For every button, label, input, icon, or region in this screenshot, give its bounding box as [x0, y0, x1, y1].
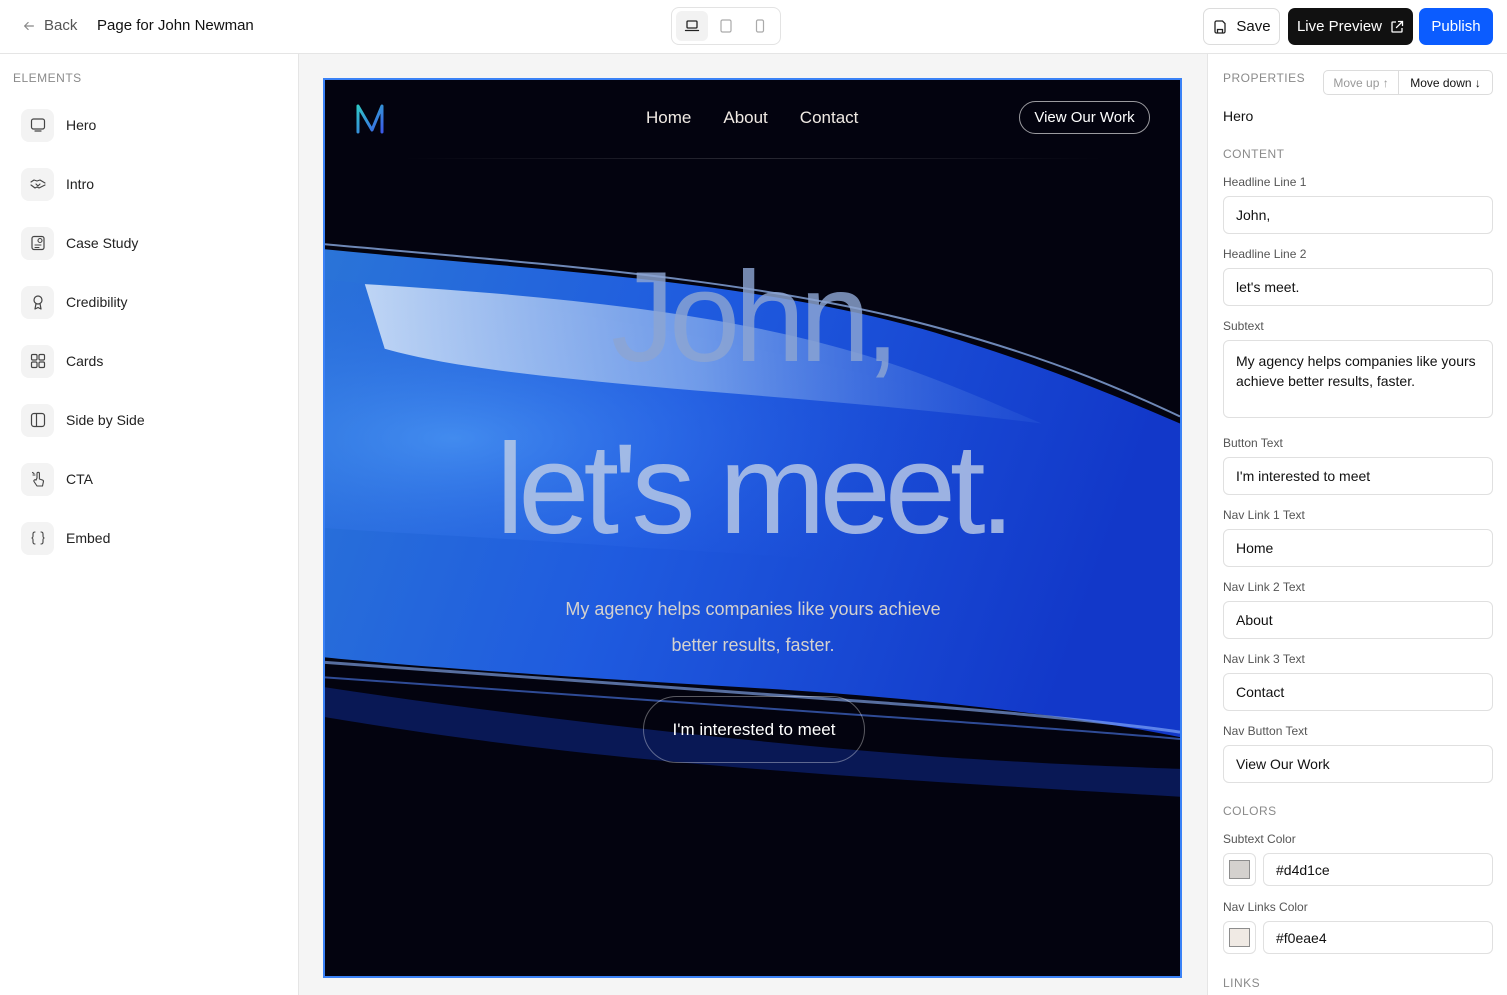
sidebar-item-label: Embed	[66, 530, 111, 546]
headline2-label: Headline Line 2	[1223, 247, 1307, 261]
nav-link-about[interactable]: About	[723, 108, 767, 128]
nav-link2-field[interactable]: About	[1223, 601, 1493, 639]
hero-subtext: My agency helps companies like yours ach…	[525, 591, 981, 663]
top-bar: Back Page for John Newman Save Live Prev…	[0, 0, 1507, 54]
headline1-field[interactable]: John,	[1223, 196, 1493, 234]
sidebar-item-label: Intro	[66, 176, 95, 192]
nav-link-home[interactable]: Home	[646, 108, 691, 128]
hero-nav: Home About Contact	[646, 108, 858, 128]
tablet-icon	[720, 19, 732, 33]
sidebar-item-case-study[interactable]: Case Study	[21, 226, 138, 260]
sidebar-item-intro[interactable]: Intro	[21, 167, 94, 201]
subtext-textarea[interactable]: My agency helps companies like yours ach…	[1223, 340, 1493, 418]
view-our-work-button[interactable]: View Our Work	[1019, 101, 1150, 134]
nav-links-color-chip	[1229, 928, 1250, 947]
award-icon	[21, 285, 54, 319]
hero-section-preview[interactable]: Home About Contact View Our Work John, l…	[323, 78, 1182, 978]
sidebar-item-label: Side by Side	[66, 412, 145, 428]
phone-icon	[755, 19, 765, 33]
braces-icon	[21, 521, 54, 555]
button-text-field[interactable]: I'm interested to meet	[1223, 457, 1493, 495]
nav-divider	[403, 158, 1103, 159]
nav-button-text-field[interactable]: View Our Work	[1223, 745, 1493, 783]
nav-links-color-label: Nav Links Color	[1223, 900, 1308, 914]
tablet-view-button[interactable]	[710, 11, 742, 41]
headline1-label: Headline Line 1	[1223, 175, 1307, 189]
nav-link3-label: Nav Link 3 Text	[1223, 652, 1305, 666]
handshake-icon	[21, 167, 54, 201]
nav-links-color-swatch[interactable]	[1223, 921, 1256, 954]
arrow-left-icon	[24, 21, 34, 30]
save-button[interactable]: Save	[1203, 8, 1280, 45]
publish-button[interactable]: Publish	[1419, 8, 1493, 45]
headline-line-1: John,	[610, 246, 900, 389]
sidebar-item-credibility[interactable]: Credibility	[21, 285, 127, 319]
colors-group-label: COLORS	[1223, 804, 1277, 818]
nav-link1-label: Nav Link 1 Text	[1223, 508, 1305, 522]
properties-panel: PROPERTIES Move up ↑ Move down ↓ Hero CO…	[1207, 54, 1507, 995]
properties-heading: PROPERTIES	[1223, 71, 1306, 85]
save-label: Save	[1236, 18, 1271, 35]
sidebar-item-label: Cards	[66, 353, 104, 369]
desktop-view-button[interactable]	[676, 11, 708, 41]
subtext-color-field[interactable]: #d4d1ce	[1263, 853, 1493, 886]
case-study-icon	[21, 226, 54, 260]
subtext-label: Subtext	[1223, 319, 1264, 333]
sidebar-item-cards[interactable]: Cards	[21, 344, 103, 378]
laptop-icon	[684, 20, 700, 32]
sidebar-item-label: Credibility	[66, 294, 128, 310]
external-link-icon	[1391, 20, 1404, 33]
hero-subtext-line-2: better results, faster.	[671, 635, 835, 655]
back-label: Back	[44, 17, 78, 34]
selected-section-name: Hero	[1223, 108, 1254, 124]
sidebar-item-label: CTA	[66, 471, 93, 487]
nav-link-contact[interactable]: Contact	[800, 108, 859, 128]
back-button[interactable]: Back	[22, 17, 77, 34]
nav-link3-field[interactable]: Contact	[1223, 673, 1493, 711]
brand-logo-icon	[356, 104, 384, 134]
nav-button-text-label: Nav Button Text	[1223, 724, 1308, 738]
sidebar-item-side-by-side[interactable]: Side by Side	[21, 403, 145, 437]
headline2-field[interactable]: let's meet.	[1223, 268, 1493, 306]
subtext-color-chip	[1229, 860, 1250, 879]
content-group-label: CONTENT	[1223, 147, 1285, 161]
sidebar-item-embed[interactable]: Embed	[21, 521, 110, 555]
sidebar-item-label: Case Study	[66, 235, 139, 251]
grid-icon	[21, 344, 54, 378]
elements-heading: ELEMENTS	[13, 71, 82, 85]
nav-link1-field[interactable]: Home	[1223, 529, 1493, 567]
move-controls: Move up ↑ Move down ↓	[1323, 70, 1493, 95]
side-by-side-icon	[21, 403, 54, 437]
device-switcher	[671, 7, 781, 45]
page-title: Page for John Newman	[97, 17, 254, 34]
live-preview-button[interactable]: Live Preview	[1288, 8, 1413, 45]
mobile-view-button[interactable]	[744, 11, 776, 41]
save-icon	[1214, 19, 1227, 34]
nav-links-color-field[interactable]: #f0eae4	[1263, 921, 1493, 954]
subtext-color-label: Subtext Color	[1223, 832, 1296, 846]
sidebar-item-hero[interactable]: Hero	[21, 108, 96, 142]
subtext-color-swatch[interactable]	[1223, 853, 1256, 886]
sidebar-item-label: Hero	[66, 117, 97, 133]
button-text-label: Button Text	[1223, 436, 1283, 450]
live-preview-label: Live Preview	[1296, 18, 1383, 35]
headline-line-2: let's meet.	[495, 418, 1015, 561]
hero-subtext-line-1: My agency helps companies like yours ach…	[565, 599, 941, 619]
hero-icon	[21, 108, 54, 142]
hero-cta-button[interactable]: I'm interested to meet	[643, 696, 865, 763]
move-down-button[interactable]: Move down ↓	[1399, 71, 1492, 94]
links-group-label: LINKS	[1223, 976, 1261, 990]
pointer-icon	[21, 462, 54, 496]
move-up-button[interactable]: Move up ↑	[1324, 71, 1400, 94]
nav-link2-label: Nav Link 2 Text	[1223, 580, 1305, 594]
sidebar-item-cta[interactable]: CTA	[21, 462, 93, 496]
elements-sidebar: ELEMENTS Hero Intro Case Study Credibili…	[0, 54, 299, 995]
